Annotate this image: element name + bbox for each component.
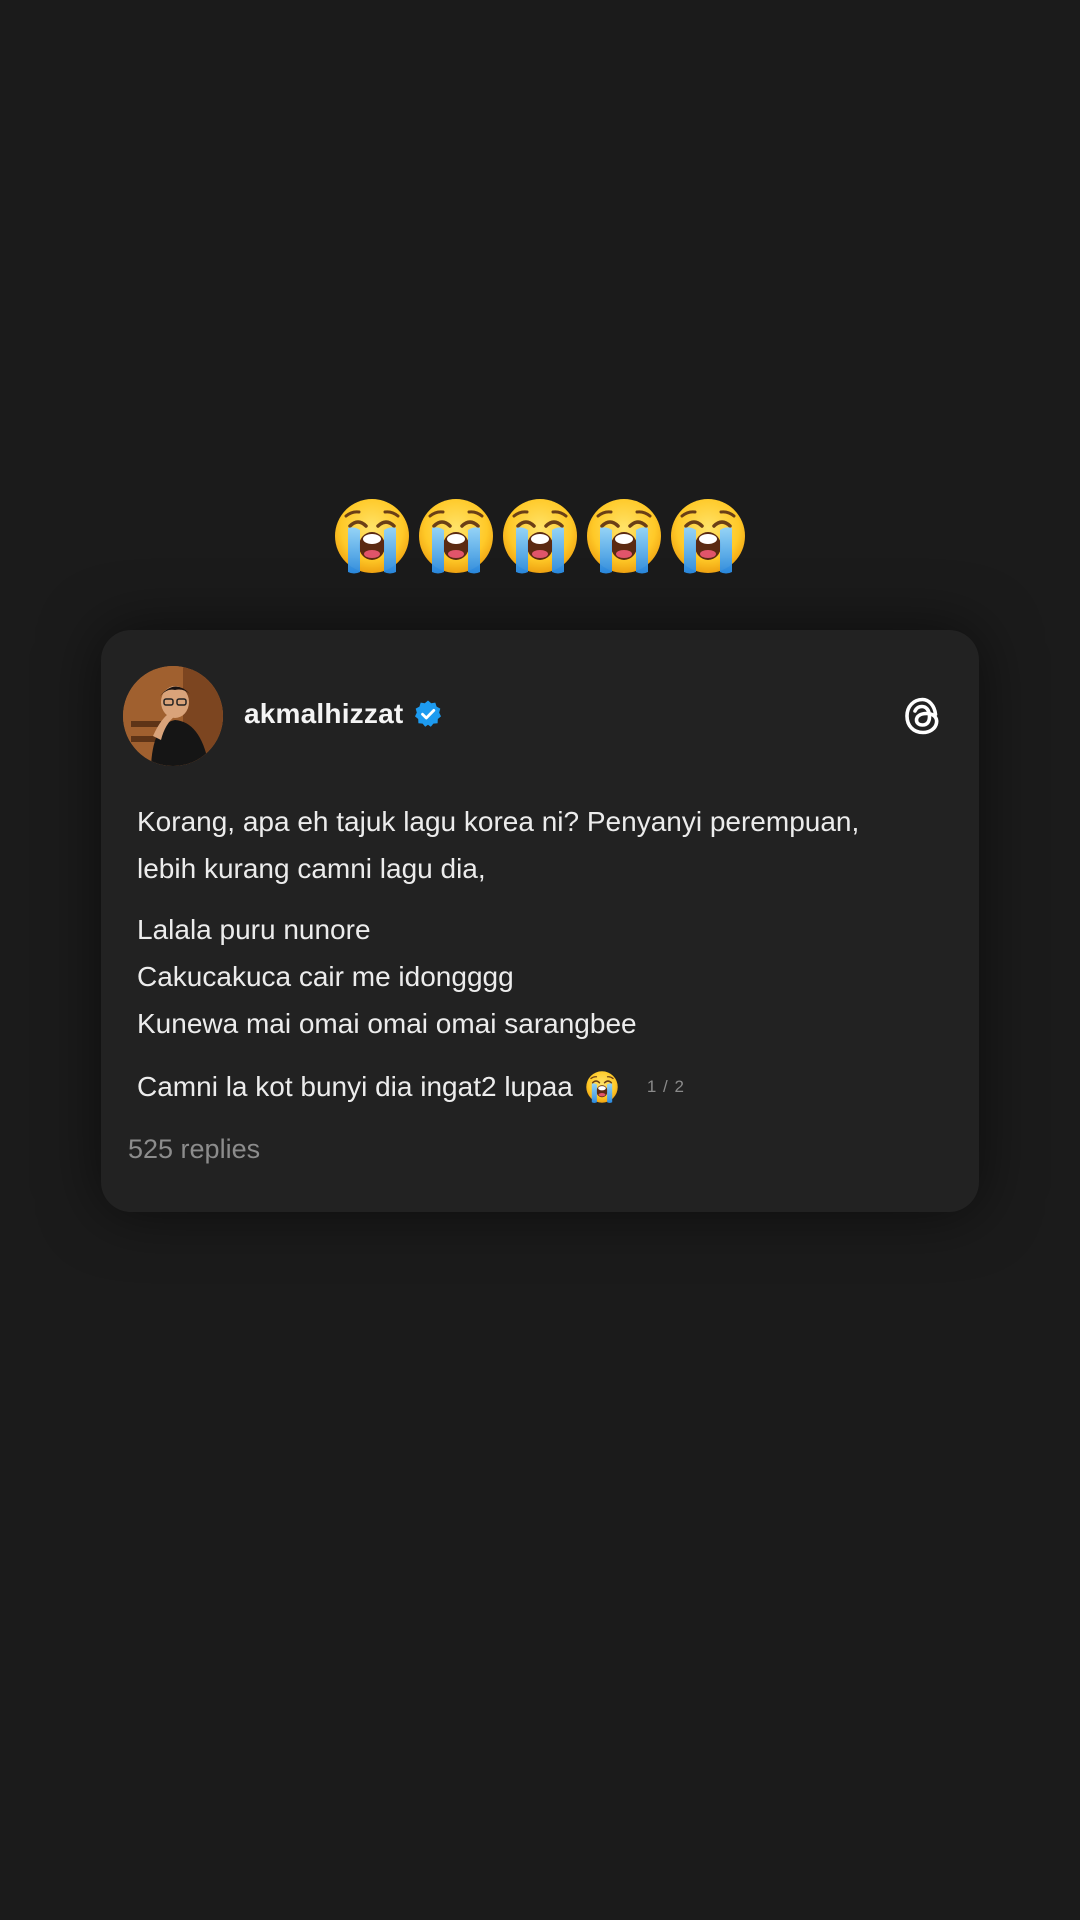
emoji-row	[0, 496, 1080, 576]
crying-face-icon	[585, 1070, 619, 1104]
crying-face-icon	[332, 496, 412, 576]
replies-count[interactable]: 525 replies	[128, 1134, 260, 1165]
post-line: lebih kurang camni lagu dia,	[137, 853, 486, 884]
threads-post-card[interactable]: akmalhizzat Korang, apa eh tajuk lagu ko…	[101, 630, 979, 1212]
post-body: Korang, apa eh tajuk lagu korea ni? Peny…	[137, 798, 937, 1047]
crying-face-icon	[500, 496, 580, 576]
author-row: akmalhizzat	[244, 698, 443, 730]
crying-face-icon	[668, 496, 748, 576]
avatar-photo-icon	[123, 666, 223, 766]
page-counter: 1 / 2	[646, 1077, 685, 1096]
username[interactable]: akmalhizzat	[244, 698, 403, 730]
story-canvas: akmalhizzat Korang, apa eh tajuk lagu ko…	[0, 0, 1080, 1920]
threads-logo-icon[interactable]	[897, 690, 949, 742]
verified-badge-icon	[413, 699, 443, 729]
post-line: Lalala puru nunore	[137, 914, 371, 945]
post-line: Korang, apa eh tajuk lagu korea ni? Peny…	[137, 806, 860, 837]
crying-face-icon	[584, 496, 664, 576]
avatar[interactable]	[123, 666, 223, 766]
post-line: Kunewa mai omai omai omai sarangbee	[137, 1008, 637, 1039]
post-line: Camni la kot bunyi dia ingat2 lupaa	[137, 1071, 573, 1102]
post-last-line: Camni la kot bunyi dia ingat2 lupaa 1 / …	[137, 1070, 685, 1104]
post-line: Cakucakuca cair me idongggg	[137, 961, 514, 992]
crying-face-icon	[416, 496, 496, 576]
